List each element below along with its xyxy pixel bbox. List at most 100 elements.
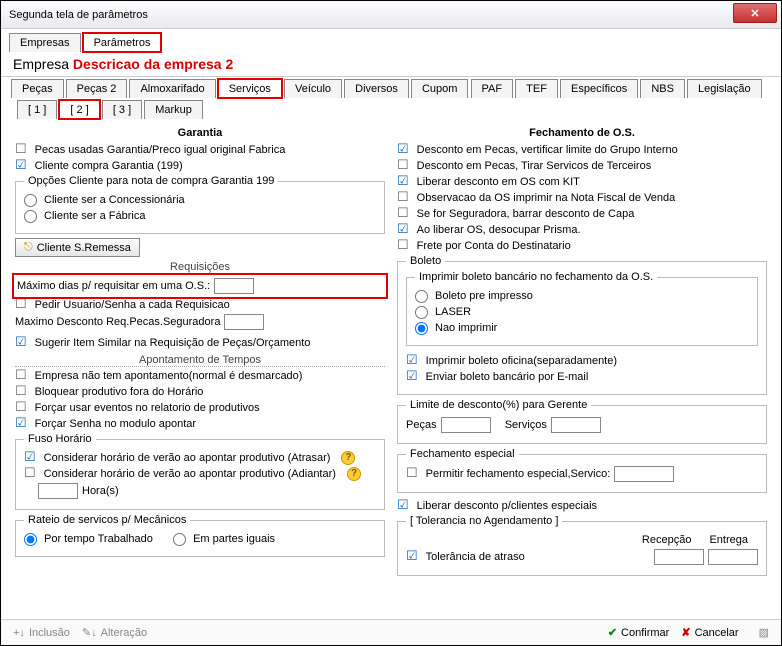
close-button[interactable]: ✕ <box>733 3 777 23</box>
boleto-sub-legend: Imprimir boleto bancário no fechamento d… <box>415 271 657 283</box>
chk-f7[interactable] <box>397 239 413 253</box>
help-icon[interactable]: ? <box>341 451 355 465</box>
subtab-3[interactable]: [ 3 ] <box>102 100 142 119</box>
tab-empresas[interactable]: Empresas <box>9 33 81 52</box>
limite-fieldset: Limite de desconto(%) para Gerente Peças… <box>397 399 767 444</box>
fechesp-legend: Fechamento especial <box>406 448 519 460</box>
fuso-legend: Fuso Horário <box>24 433 96 445</box>
tol-ent-input[interactable] <box>708 549 758 565</box>
fechesp-fieldset: Fechamento especial Permitir fechamento … <box>397 448 767 493</box>
boleto-legend: Boleto <box>406 255 445 267</box>
garantia-title: Garantia <box>15 127 385 139</box>
tab-diversos[interactable]: Diversos <box>344 79 409 98</box>
radio-partes[interactable] <box>173 533 186 546</box>
rateio-fieldset: Rateio de servicos p/ Mecânicos Por temp… <box>15 514 385 557</box>
tab-pecas[interactable]: Peças <box>11 79 64 98</box>
btn-confirmar[interactable]: ✔Confirmar <box>608 626 670 639</box>
chk-sugerir[interactable] <box>15 336 31 350</box>
chk-liberar-desc[interactable] <box>397 499 413 513</box>
radio-nao-imprimir[interactable] <box>415 322 428 335</box>
chk-boleto-email[interactable] <box>406 370 422 384</box>
max-dias-row: Máximo dias p/ requisitar em uma O.S.: <box>15 276 385 296</box>
tab-servicos[interactable]: Serviços <box>218 79 282 98</box>
chk-apont3[interactable] <box>15 401 31 415</box>
help-icon[interactable]: ? <box>347 467 361 481</box>
chk-apont1[interactable] <box>15 369 31 383</box>
chk-cliente-compra[interactable] <box>15 159 31 173</box>
company-row: Empresa Descricao da empresa 2 <box>1 52 781 76</box>
radio-concessionaria[interactable] <box>24 194 37 207</box>
chk-pedir-user[interactable] <box>15 298 31 312</box>
chk-fechesp[interactable] <box>406 467 422 481</box>
tolerancia-fieldset: [ Tolerancia no Agendamento ] Recepção E… <box>397 515 767 576</box>
opcoes-cliente-fieldset: Opções Cliente para nota de compra Garan… <box>15 175 385 234</box>
chk-f4[interactable] <box>397 191 413 205</box>
chk-fuso-adiantar[interactable] <box>24 467 40 481</box>
radio-laser[interactable] <box>415 306 428 319</box>
apont-title: Apontamento de Tempos <box>15 354 385 367</box>
btn-alteracao[interactable]: ✎↓Alteração <box>82 626 147 639</box>
btn-cliente-sremessa[interactable]: ⎋Cliente S.Remessa <box>15 238 140 257</box>
max-desc-input[interactable] <box>224 314 264 330</box>
resize-grip-icon[interactable]: ▨ <box>759 626 769 639</box>
tabs-top: Empresas Parâmetros <box>1 29 781 52</box>
subtab-markup[interactable]: Markup <box>144 100 203 119</box>
tab-tef[interactable]: TEF <box>515 79 558 98</box>
chk-apont2[interactable] <box>15 385 31 399</box>
radio-preimpresso[interactable] <box>415 290 428 303</box>
opcoes-legend: Opções Cliente para nota de compra Garan… <box>24 175 278 187</box>
chk-f2[interactable] <box>397 159 413 173</box>
max-dias-label: Máximo dias p/ requisitar em uma O.S.: <box>17 279 210 293</box>
subtab-2[interactable]: [ 2 ] <box>59 100 99 119</box>
tab-almox[interactable]: Almoxarifado <box>129 79 215 98</box>
rateio-legend: Rateio de servicos p/ Mecânicos <box>24 514 190 526</box>
chk-boleto-sep[interactable] <box>406 354 422 368</box>
chk-f1[interactable] <box>397 143 413 157</box>
x-icon: ✘ <box>681 626 690 639</box>
chk-f6[interactable] <box>397 223 413 237</box>
tabs-params: Peças Peças 2 Almoxarifado Serviços Veíc… <box>1 76 781 98</box>
chk-fuso-atrasar[interactable] <box>24 451 40 465</box>
subtab-1[interactable]: [ 1 ] <box>17 100 57 119</box>
tol-rec-input[interactable] <box>654 549 704 565</box>
requisicoes-title: Requisições <box>15 261 385 274</box>
tol-ent-label: Entrega <box>709 533 748 547</box>
limite-legend: Limite de desconto(%) para Gerente <box>406 399 591 411</box>
boleto-fieldset: Boleto Imprimir boleto bancário no fecha… <box>397 255 767 395</box>
company-label: Empresa <box>13 56 69 72</box>
radio-tempo[interactable] <box>24 533 37 546</box>
tab-nbs[interactable]: NBS <box>640 79 685 98</box>
chk-f5[interactable] <box>397 207 413 221</box>
horas-input[interactable] <box>38 483 78 499</box>
chk-apont4[interactable] <box>15 417 31 431</box>
btn-inclusao[interactable]: +↓Inclusão <box>13 627 70 639</box>
tabs-sub: [ 1 ] [ 2 ] [ 3 ] Markup <box>1 98 781 119</box>
radio-fabrica[interactable] <box>24 210 37 223</box>
check-icon: ✔ <box>608 626 617 639</box>
titlebar: Segunda tela de parâmetros ✕ <box>1 1 781 29</box>
chk-f3[interactable] <box>397 175 413 189</box>
window-title: Segunda tela de parâmetros <box>9 9 148 21</box>
tab-parametros[interactable]: Parâmetros <box>83 33 162 52</box>
tab-cupom[interactable]: Cupom <box>411 79 468 98</box>
fechesp-input[interactable] <box>614 466 674 482</box>
tab-paf[interactable]: PAF <box>471 79 514 98</box>
max-desc-label: Maximo Desconto Req.Pecas.Seguradora <box>15 315 220 329</box>
fuso-fieldset: Fuso Horário Considerar horário de verão… <box>15 433 385 510</box>
tab-espec[interactable]: Específicos <box>560 79 638 98</box>
btn-cancelar[interactable]: ✘Cancelar <box>681 626 738 639</box>
lim-serv-input[interactable] <box>551 417 601 433</box>
tab-pecas2[interactable]: Peças 2 <box>66 79 128 98</box>
fech-title: Fechamento de O.S. <box>397 127 767 139</box>
tol-rec-label: Recepção <box>642 533 692 547</box>
plus-icon: +↓ <box>13 627 25 639</box>
boleto-sub: Imprimir boleto bancário no fechamento d… <box>406 271 758 346</box>
chk-tol[interactable] <box>406 550 422 564</box>
max-dias-input[interactable] <box>214 278 254 294</box>
lim-pecas-input[interactable] <box>441 417 491 433</box>
tol-legend: [ Tolerancia no Agendamento ] <box>406 515 562 527</box>
footer: +↓Inclusão ✎↓Alteração ✔Confirmar ✘Cance… <box>1 619 781 645</box>
chk-pecas-garantia[interactable] <box>15 143 31 157</box>
tab-veiculo[interactable]: Veículo <box>284 79 342 98</box>
tab-legis[interactable]: Legislação <box>687 79 762 98</box>
